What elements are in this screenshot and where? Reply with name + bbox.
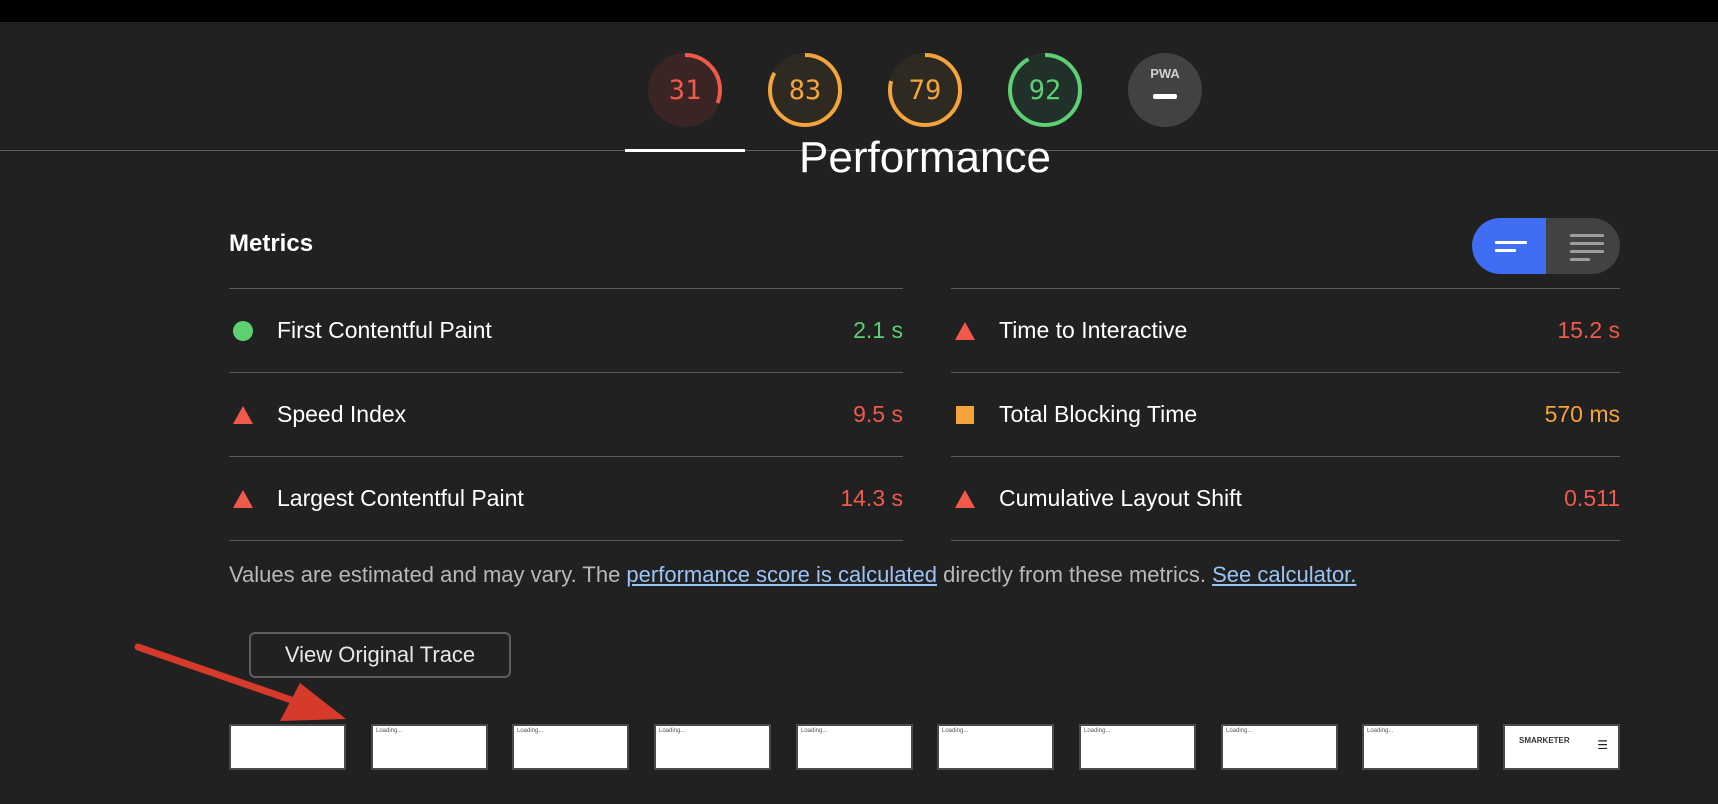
filmstrip-frame[interactable]: Loading... [1362,724,1479,770]
frame-caption: Loading... [1367,728,1394,734]
pwa-label: PWA [1150,66,1180,81]
filmstrip-frame[interactable]: SMARKETER ☰ [1503,724,1620,770]
performance-score: 31 [668,74,702,106]
score-calculation-link[interactable]: performance score is calculated [626,562,937,587]
metric-value: 570 ms [1544,401,1620,427]
compact-view-button[interactable] [1472,218,1546,274]
frame-caption: Loading... [659,728,686,734]
average-square-icon [956,406,974,424]
frame-caption: SMARKETER [1519,736,1570,745]
filmstrip-frame[interactable]: Loading... [937,724,1054,770]
frame-caption: Loading... [801,728,828,734]
accessibility-gauge[interactable]: 83 [768,53,842,127]
calculator-link[interactable]: See calculator. [1212,562,1356,587]
footnote-text: directly from these metrics. [937,562,1213,587]
fail-triangle-icon [955,322,975,340]
metrics-column-right: Time to Interactive 15.2 s Total Blockin… [951,288,1620,541]
metrics-footnote: Values are estimated and may vary. The p… [229,562,1356,588]
red-arrow-annotation-icon [134,643,346,721]
filmstrip-frame[interactable]: Loading... [1079,724,1196,770]
metrics-column-left: First Contentful Paint 2.1 s Speed Index… [229,288,903,541]
filmstrip-frame[interactable]: Loading... [371,724,488,770]
metric-row[interactable]: Total Blocking Time 570 ms [951,372,1620,456]
frame-caption: Loading... [942,728,969,734]
metric-row[interactable]: Cumulative Layout Shift 0.511 [951,456,1620,541]
fail-triangle-icon [233,490,253,508]
frame-caption: Loading... [517,728,544,734]
filmstrip-frame[interactable] [229,724,346,770]
metric-row[interactable]: Largest Contentful Paint 14.3 s [229,456,903,541]
hamburger-icon: ☰ [1597,738,1608,752]
metric-label: Time to Interactive [999,317,1188,343]
fail-triangle-icon [955,490,975,508]
pwa-badge [1128,53,1202,127]
top-black-bar [0,0,1718,22]
score-gauges-bar: 31 83 79 92 PWA [0,22,1718,152]
best-practices-score: 79 [908,74,942,106]
accessibility-score: 83 [788,74,822,106]
metric-label: Total Blocking Time [999,401,1198,427]
footnote-text: Values are estimated and may vary. The [229,562,627,587]
dash-icon [1153,94,1177,99]
metrics-view-toggle [1472,218,1620,274]
seo-score: 92 [1028,74,1062,106]
expanded-view-button[interactable] [1546,218,1620,274]
metrics-heading: Metrics [229,230,314,257]
metric-value: 9.5 s [853,401,903,427]
metric-value: 15.2 s [1557,317,1620,343]
metric-label: Speed Index [277,401,407,427]
seo-gauge[interactable]: 92 [1008,53,1082,127]
fail-triangle-icon [233,406,253,424]
section-title: Performance [799,133,1051,182]
best-practices-gauge[interactable]: 79 [888,53,962,127]
pass-circle-icon [233,321,253,341]
filmstrip: Loading... Loading... Loading... Loading… [229,724,1620,770]
pwa-gauge[interactable]: PWA [1128,53,1202,127]
frame-caption: Loading... [1226,728,1253,734]
metric-label: Cumulative Layout Shift [999,485,1242,511]
filmstrip-frame[interactable]: Loading... [1221,724,1338,770]
metric-row[interactable]: First Contentful Paint 2.1 s [229,288,903,372]
metric-value: 0.511 [1564,485,1620,511]
metric-label: Largest Contentful Paint [277,485,524,511]
metric-value: 14.3 s [840,485,903,511]
filmstrip-frame[interactable]: Loading... [796,724,913,770]
frame-caption: Loading... [1084,728,1111,734]
metric-row[interactable]: Time to Interactive 15.2 s [951,288,1620,372]
metric-value: 2.1 s [853,317,903,343]
filmstrip-frame[interactable]: Loading... [512,724,629,770]
metric-label: First Contentful Paint [277,317,492,343]
metric-row[interactable]: Speed Index 9.5 s [229,372,903,456]
filmstrip-frame[interactable]: Loading... [654,724,771,770]
frame-caption: Loading... [376,728,403,734]
performance-gauge[interactable]: 31 [648,53,722,127]
